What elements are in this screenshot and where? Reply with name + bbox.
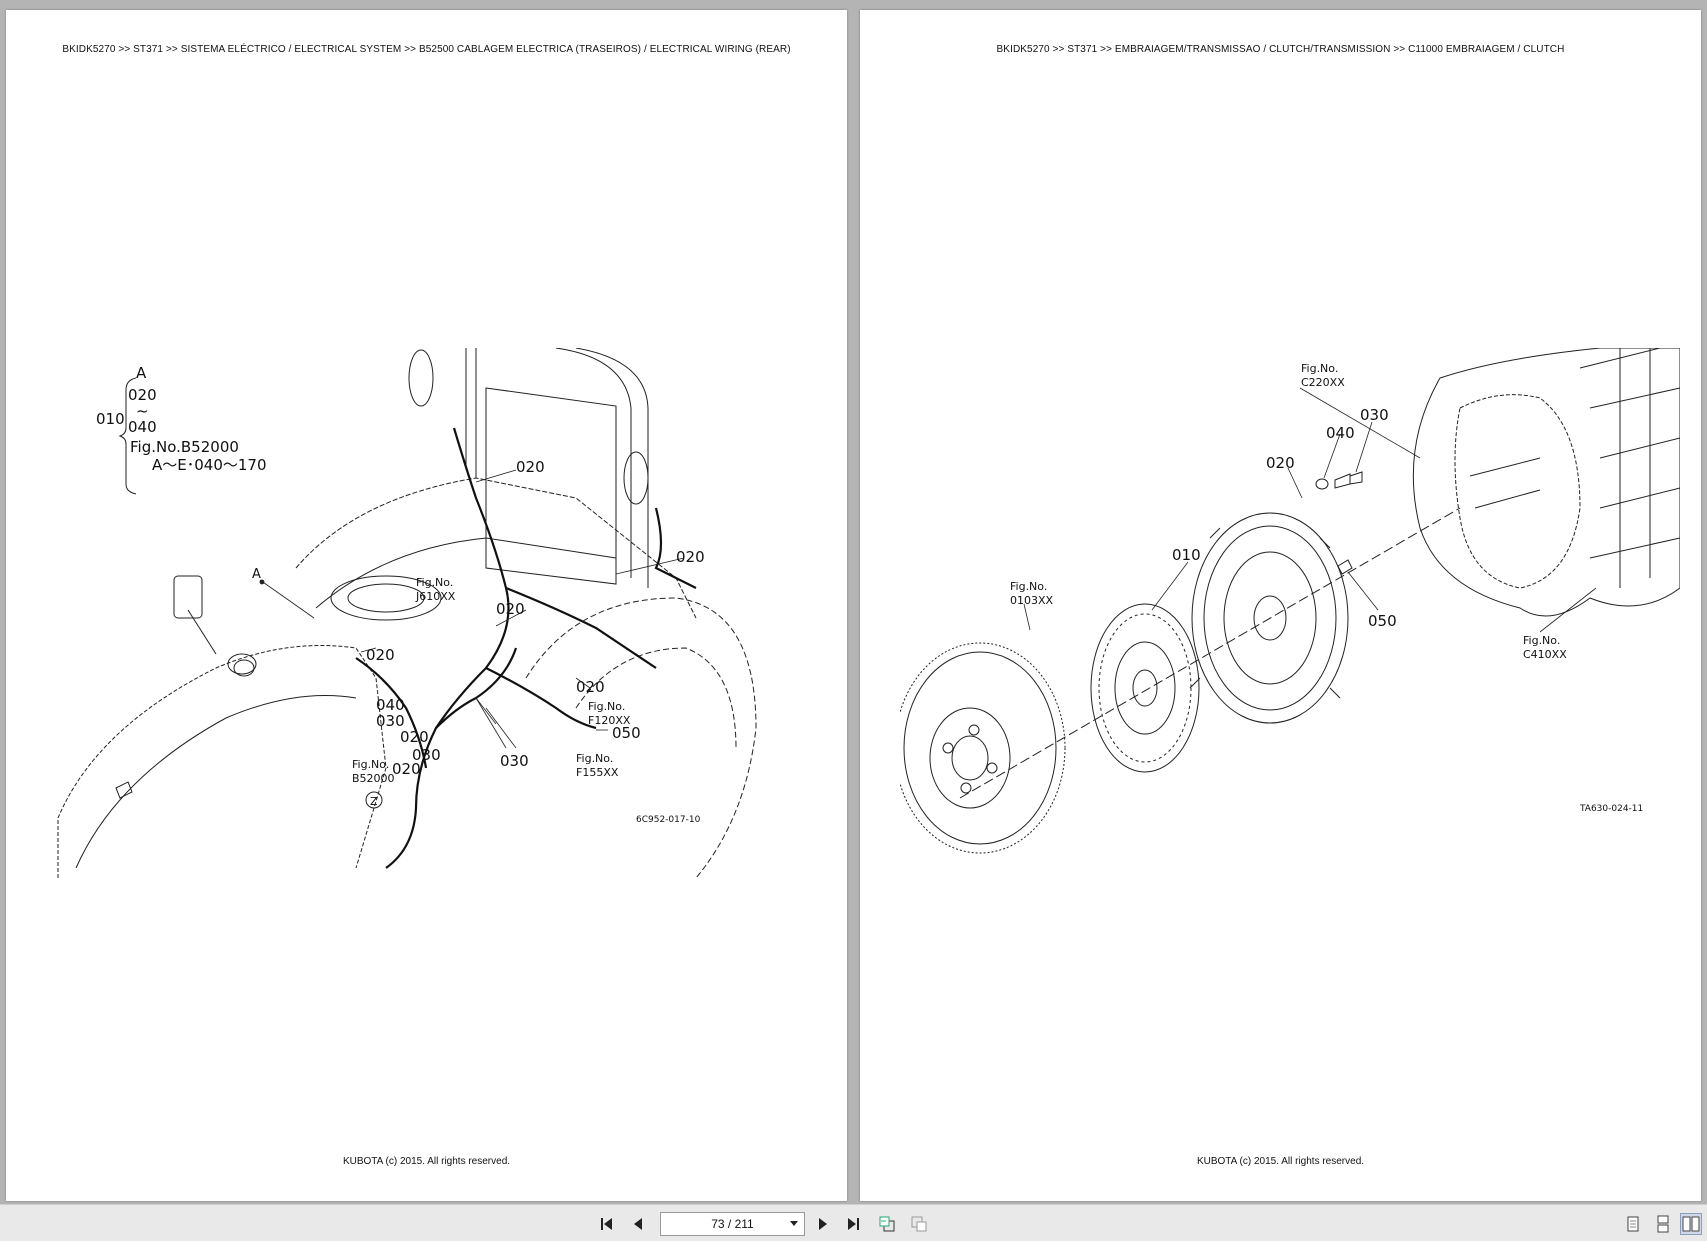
document-viewport[interactable]: BKIDK5270 >> ST371 >> SISTEMA ELÉCTRICO …	[0, 0, 1707, 1204]
ref-fig-c220-label: Fig.No.	[1301, 362, 1338, 375]
callout-020-top: 020	[516, 458, 545, 476]
go-back-view-icon[interactable]	[876, 1213, 898, 1235]
continuous-view-icon[interactable]	[1652, 1213, 1674, 1235]
callout-030-c: 030	[500, 752, 529, 770]
callout-020-b: 020	[400, 728, 429, 746]
ref-fig-f155-code: F155XX	[576, 766, 619, 779]
page-footer-copyright: KUBOTA (c) 2015. All rights reserved.	[1196, 1156, 1365, 1167]
ref-fig-f120-label: Fig.No.	[588, 700, 625, 713]
callout-010: 010	[96, 410, 125, 428]
next-page-icon[interactable]	[812, 1213, 834, 1235]
single-page-view-icon[interactable]	[1622, 1213, 1644, 1235]
facing-pages-view-icon[interactable]	[1680, 1213, 1702, 1235]
callout-040-range-end: 040	[128, 418, 157, 436]
callout-020-c: 020	[392, 760, 421, 778]
callout-020: 020	[1266, 454, 1295, 472]
ref-fig-0103-code: 0103XX	[1010, 594, 1054, 607]
drawing-code: TA630-024-11	[1579, 804, 1643, 814]
callout-010: 010	[1172, 546, 1201, 564]
pdf-navigation-toolbar: 73 / 211	[0, 1204, 1707, 1241]
callout-030: 030	[1360, 406, 1389, 424]
callout-050: 050	[1368, 612, 1397, 630]
document-page-right: BKIDK5270 >> ST371 >> EMBRAIAGEM/TRANSMI…	[860, 10, 1701, 1201]
electrical-wiring-diagram: A 020 ~ 040 010 Fig.No.B52000 A～E･040～17…	[56, 348, 816, 888]
last-page-icon[interactable]	[842, 1213, 864, 1235]
ref-fig-b52000: Fig.No.B52000	[130, 438, 239, 456]
prev-page-icon[interactable]	[627, 1213, 649, 1235]
ref-fig-c410-code: C410XX	[1523, 648, 1567, 661]
callout-020-mid: 020	[496, 600, 525, 618]
clutch-diagram-svg: Fig.No. C220XX 030 040 020 010 Fig.No. 0…	[900, 348, 1680, 854]
drawing-code: 6C952-017-10	[636, 815, 701, 825]
callout-point-a: A	[252, 567, 261, 582]
callout-040: 040	[1326, 424, 1355, 442]
ref-fig-f155-label: Fig.No.	[576, 752, 613, 765]
page-indicator: 73 / 211	[711, 1217, 754, 1231]
ref-fig-j610-code: J610XX	[415, 590, 456, 603]
first-page-icon[interactable]	[596, 1213, 618, 1235]
ref-fig-b52000-code: B52000	[352, 772, 395, 785]
ref-fig-f120-code: F120XX	[588, 714, 631, 727]
ref-range-a-e: A～E･040～170	[152, 456, 267, 474]
page-footer-copyright: KUBOTA (c) 2015. All rights reserved.	[342, 1156, 511, 1167]
ref-fig-b52000-label: Fig.No.	[352, 758, 389, 771]
callout-z: Z	[370, 795, 378, 808]
clutch-exploded-diagram: Fig.No. C220XX 030 040 020 010 Fig.No. 0…	[900, 348, 1680, 888]
page-breadcrumb: BKIDK5270 >> ST371 >> EMBRAIAGEM/TRANSMI…	[996, 44, 1565, 55]
ref-fig-j610-label: Fig.No.	[416, 576, 453, 589]
document-page-left: BKIDK5270 >> ST371 >> SISTEMA ELÉCTRICO …	[6, 10, 847, 1201]
go-forward-view-icon[interactable]	[908, 1213, 930, 1235]
chevron-down-icon	[790, 1221, 798, 1226]
ref-fig-c410-label: Fig.No.	[1523, 634, 1560, 647]
callout-a-top: A	[136, 364, 147, 382]
page-breadcrumb: BKIDK5270 >> ST371 >> SISTEMA ELÉCTRICO …	[62, 44, 791, 55]
callout-020-lower: 020	[576, 678, 605, 696]
wiring-diagram-svg: A 020 ~ 040 010 Fig.No.B52000 A～E･040～17…	[57, 348, 757, 879]
page-number-selector[interactable]: 73 / 211	[660, 1212, 805, 1236]
callout-020-left: 020	[366, 646, 395, 664]
callout-020-right: 020	[676, 548, 705, 566]
ref-fig-0103-label: Fig.No.	[1010, 580, 1047, 593]
ref-fig-c220-code: C220XX	[1301, 376, 1345, 389]
